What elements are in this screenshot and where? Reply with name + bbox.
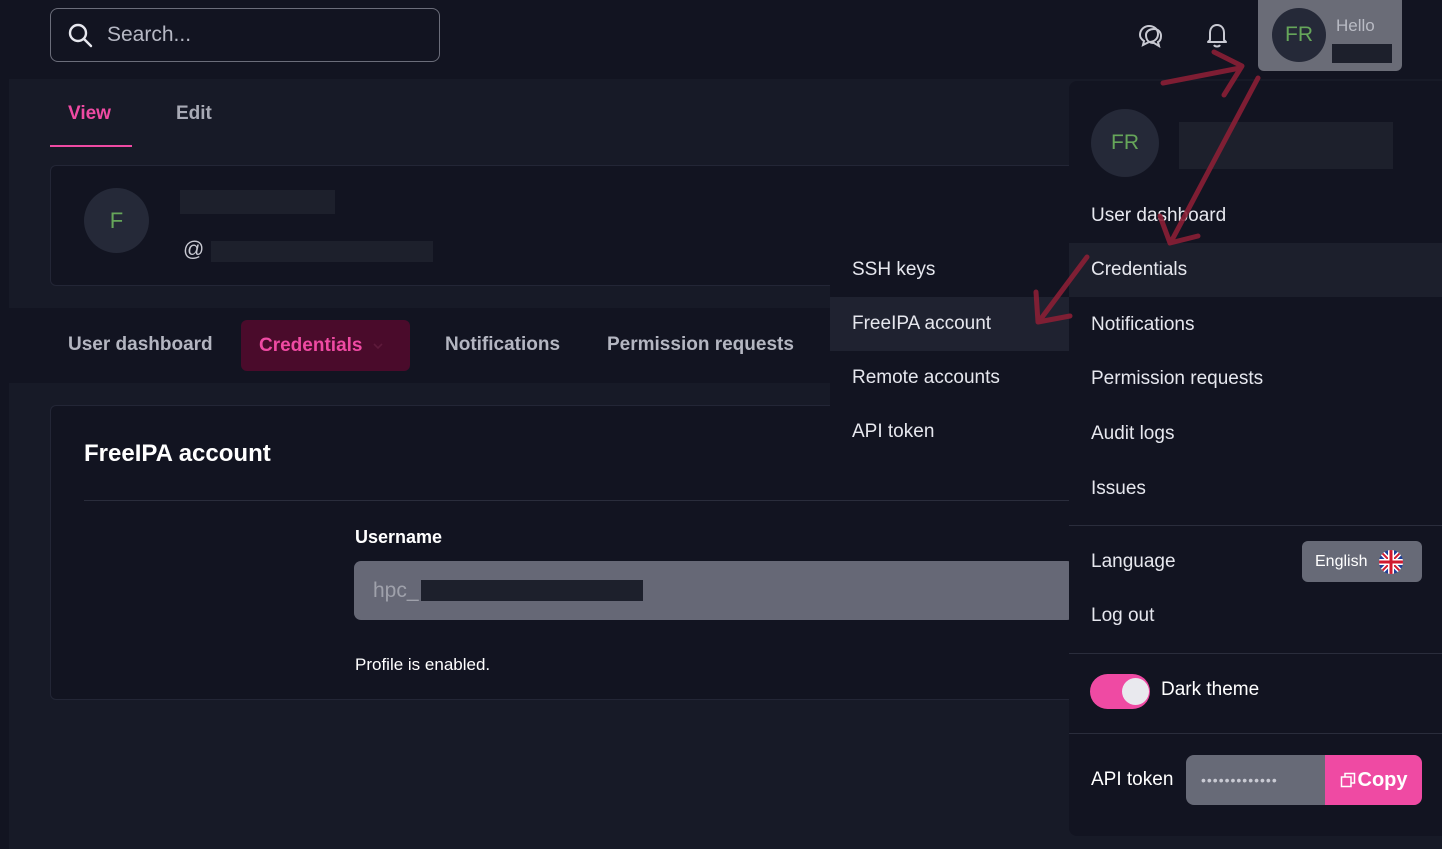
arrow-to-freeipa (1037, 254, 1090, 323)
annotation-arrows (1033, 49, 1261, 325)
arrow-to-credentials (1169, 75, 1261, 243)
arrow-to-avatar (1160, 65, 1243, 86)
